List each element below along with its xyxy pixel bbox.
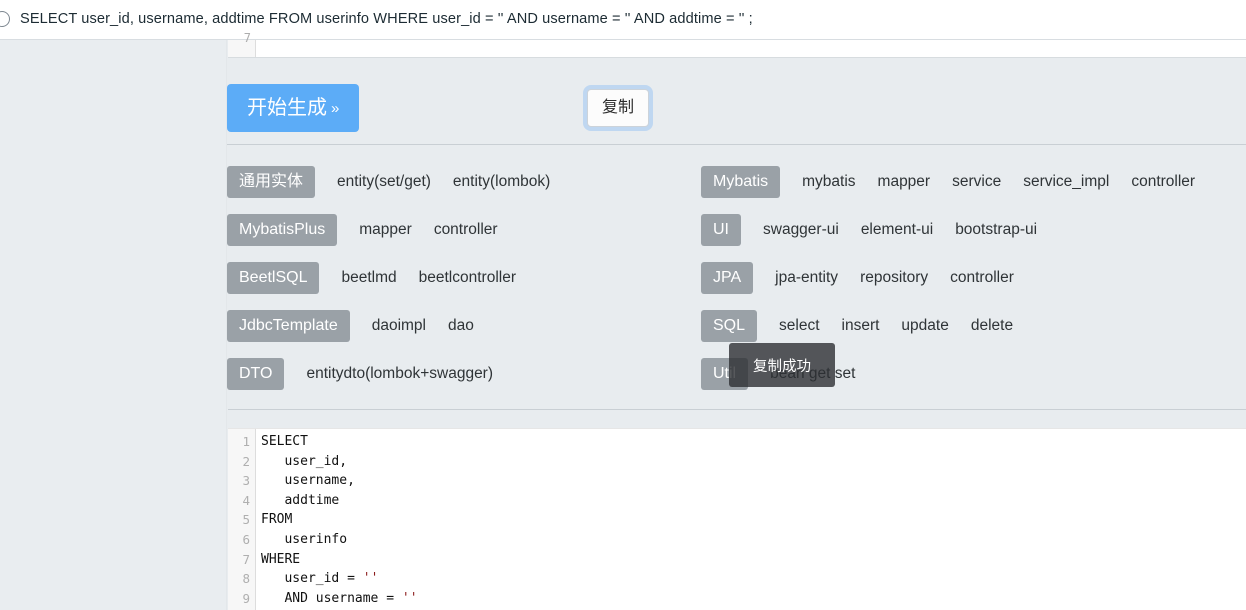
- page-body: 7 开始生成» 复制 通用实体 entity(set/get) entity(lom…: [0, 31, 1246, 610]
- template-link-service-impl[interactable]: service_impl: [1023, 173, 1109, 191]
- code-line-content: user_id,: [284, 453, 348, 469]
- template-group-row: BeetlSQL beetlmd beetlcontroller: [227, 254, 697, 302]
- template-link-entitydto-lombok-swagger[interactable]: entitydto(lombok+swagger): [306, 365, 493, 383]
- template-link-controller[interactable]: controller: [1131, 173, 1195, 191]
- group-badge-ui[interactable]: UI: [701, 214, 741, 246]
- group-item-list: entity(set/get) entity(lombok): [315, 173, 550, 191]
- template-link-mapper[interactable]: mapper: [359, 221, 412, 239]
- code-line-number: 3: [242, 473, 250, 489]
- template-link-controller[interactable]: controller: [950, 269, 1014, 287]
- code-line: 6 userinfo: [228, 530, 1246, 550]
- editor-line-gutter: 7: [228, 31, 256, 57]
- template-group-row: UI swagger-ui element-ui bootstrap-ui: [701, 206, 1171, 254]
- group-item-list: swagger-ui element-ui bootstrap-ui: [741, 221, 1037, 239]
- group-item-list: jpa-entity repository controller: [753, 269, 1014, 287]
- template-group-row: 通用实体 entity(set/get) entity(lombok): [227, 158, 697, 206]
- template-group-row: JdbcTemplate daoimpl dao: [227, 302, 697, 350]
- action-button-row: 开始生成» 复制: [227, 84, 1246, 146]
- code-line-content: username,: [284, 473, 355, 489]
- group-badge-jdbctemplate[interactable]: JdbcTemplate: [227, 310, 350, 342]
- browser-top-bar: SELECT user_id, username, addtime FROM u…: [0, 0, 1246, 40]
- template-link-dao[interactable]: dao: [448, 317, 474, 335]
- template-link-service[interactable]: service: [952, 173, 1001, 191]
- sql-editor-bottom-edge[interactable]: 7: [228, 31, 1246, 58]
- code-line-number: 5: [242, 512, 250, 528]
- sql-statement-text: SELECT user_id, username, addtime FROM u…: [20, 11, 753, 27]
- copy-success-toast: 复制成功: [729, 343, 835, 387]
- generate-button-label: 开始生成: [247, 97, 327, 119]
- code-line-number: 6: [242, 531, 250, 547]
- code-line-content: SELECT: [261, 434, 308, 449]
- code-line: 9 AND username = '': [228, 589, 1246, 609]
- group-badge-mybatisplus[interactable]: MybatisPlus: [227, 214, 338, 246]
- template-link-bootstrap-ui[interactable]: bootstrap-ui: [955, 221, 1037, 239]
- code-line-content: AND username = '': [284, 590, 418, 606]
- template-link-insert[interactable]: insert: [842, 317, 880, 335]
- template-link-repository[interactable]: repository: [860, 269, 928, 287]
- code-line-number: 8: [242, 571, 250, 587]
- code-line-number: 1: [242, 434, 250, 449]
- template-link-swagger-ui[interactable]: swagger-ui: [763, 221, 839, 239]
- code-line-list: 1 SELECT 2 user_id, 3 username, 4 addtime 5 FROM 6…: [228, 432, 1246, 608]
- template-link-element-ui[interactable]: element-ui: [861, 221, 933, 239]
- template-group-row: Mybatis mybatis mapper service service_impl c…: [701, 158, 1195, 206]
- double-chevron-right-icon: »: [331, 100, 340, 117]
- code-line-number: 4: [242, 492, 250, 508]
- template-link-entity-set-get[interactable]: entity(set/get): [337, 173, 431, 191]
- group-badge-beetlsql[interactable]: BeetlSQL: [227, 262, 320, 294]
- group-item-list: entitydto(lombok+swagger): [284, 365, 493, 383]
- code-line: 7 WHERE: [228, 550, 1246, 570]
- copy-button[interactable]: 复制: [587, 89, 650, 127]
- editor-line-number: 7: [243, 31, 251, 45]
- template-link-mapper[interactable]: mapper: [878, 173, 931, 191]
- code-line: 5 FROM: [228, 510, 1246, 530]
- code-line: 3 username,: [228, 471, 1246, 491]
- section-divider-bottom: [228, 409, 1246, 410]
- code-string-literal: '': [362, 571, 379, 587]
- template-group-row: DTO entitydto(lombok+swagger): [227, 350, 697, 398]
- code-line-number: 2: [242, 453, 250, 469]
- code-line-content: userinfo: [284, 531, 348, 547]
- generated-code-panel[interactable]: 1 SELECT 2 user_id, 3 username, 4 addtime 5 FROM 6…: [228, 428, 1246, 610]
- circle-icon: [0, 11, 10, 27]
- group-item-list: beetlmd beetlcontroller: [319, 269, 516, 287]
- left-gutter-column: [0, 40, 227, 610]
- group-item-list: mybatis mapper service service_impl controll…: [780, 173, 1195, 191]
- template-link-beetlcontroller[interactable]: beetlcontroller: [419, 269, 516, 287]
- code-line-content: user_id = '': [284, 571, 379, 587]
- template-group-row: JPA jpa-entity repository controller: [701, 254, 1171, 302]
- group-item-list: select insert update delete: [757, 317, 1013, 335]
- template-link-daoimpl[interactable]: daoimpl: [372, 317, 426, 335]
- group-item-list: daoimpl dao: [350, 317, 474, 335]
- template-link-controller[interactable]: controller: [434, 221, 498, 239]
- code-line: 8 user_id = '': [228, 569, 1246, 589]
- template-group-row: MybatisPlus mapper controller: [227, 206, 697, 254]
- template-group-column-left: 通用实体 entity(set/get) entity(lombok) Mybatis…: [227, 158, 697, 398]
- template-link-beetlmd[interactable]: beetlmd: [341, 269, 396, 287]
- group-badge-mybatis[interactable]: Mybatis: [701, 166, 781, 198]
- code-line-number: 9: [242, 590, 250, 606]
- code-line-content: WHERE: [261, 551, 301, 567]
- group-badge-sql[interactable]: SQL: [701, 310, 758, 342]
- template-link-mybatis[interactable]: mybatis: [802, 173, 855, 191]
- code-line: 2 user_id,: [228, 452, 1246, 472]
- group-badge-dto[interactable]: DTO: [227, 358, 285, 390]
- template-link-update[interactable]: update: [901, 317, 948, 335]
- code-line-content: FROM: [261, 512, 293, 528]
- template-link-delete[interactable]: delete: [971, 317, 1013, 335]
- code-line-content: addtime: [284, 492, 340, 508]
- group-badge-jpa[interactable]: JPA: [701, 262, 754, 294]
- group-item-list: mapper controller: [337, 221, 497, 239]
- template-link-select[interactable]: select: [779, 317, 820, 335]
- code-line: 4 addtime: [228, 491, 1246, 511]
- code-line-number: 7: [242, 551, 250, 567]
- template-link-entity-lombok[interactable]: entity(lombok): [453, 173, 550, 191]
- code-line: 1 SELECT: [228, 432, 1246, 452]
- template-link-jpa-entity[interactable]: jpa-entity: [775, 269, 838, 287]
- copy-success-toast-label: 复制成功: [753, 358, 811, 375]
- generate-button[interactable]: 开始生成»: [227, 84, 360, 132]
- group-badge-[interactable]: 通用实体: [227, 166, 316, 198]
- code-string-literal: '': [401, 590, 418, 606]
- section-divider-top: [227, 144, 1246, 145]
